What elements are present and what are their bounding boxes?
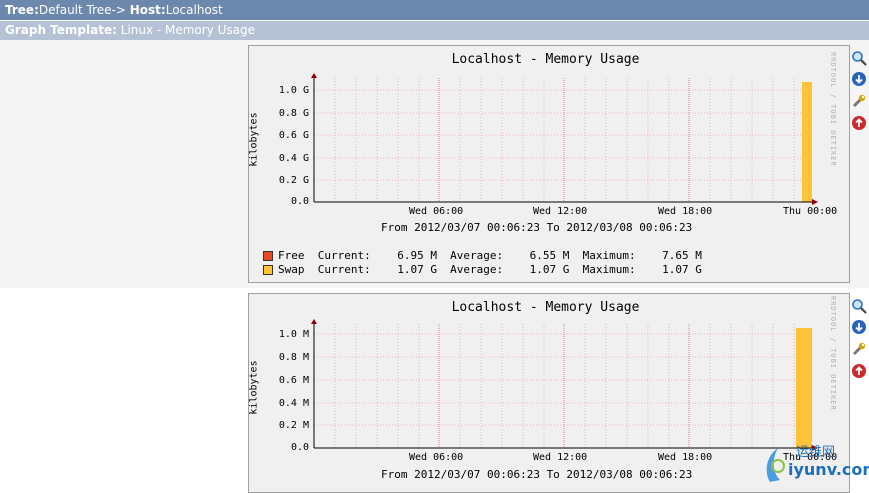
swap-area	[802, 82, 812, 202]
plot-area	[311, 319, 818, 451]
legend-free: Free Current: 6.95 M Average: 6.55 M Max…	[263, 249, 702, 262]
zoom-graph-icon[interactable]	[851, 50, 867, 66]
memory-usage-graph-2[interactable]: Localhost - Memory Usage kilobytes RRDTO…	[248, 293, 850, 493]
x-tick: Thu 00:00	[783, 206, 838, 217]
legend-swap: Swap Current: 1.07 G Average: 1.07 G Max…	[263, 263, 702, 276]
delete-graph-icon[interactable]	[851, 363, 867, 379]
tree-value[interactable]: Default Tree->	[39, 3, 126, 17]
tree-label: Tree:	[5, 3, 39, 17]
csv-export-icon[interactable]	[851, 71, 867, 87]
legend-free-text: Free Current: 6.95 M Average: 6.55 M Max…	[278, 249, 702, 262]
host-value[interactable]: Localhost	[166, 3, 223, 17]
x-tick: Wed 06:00	[409, 206, 464, 217]
delete-graph-icon[interactable]	[851, 115, 867, 131]
area-series	[796, 328, 812, 448]
tree-breadcrumb: Tree:Default Tree-> Host:Localhost	[0, 0, 869, 20]
graph-template-bar: Graph Template: Linux - Memory Usage	[0, 21, 869, 40]
graph-properties-wrench-icon[interactable]	[851, 93, 867, 109]
graph-template-label: Graph Template:	[5, 23, 117, 37]
site-chinese-name: 运维网	[796, 445, 835, 460]
memory-usage-graph-1[interactable]: Localhost - Memory Usage kilobytes RRDTO…	[248, 45, 850, 283]
host-label: Host:	[129, 3, 166, 17]
legend-swap-text: Swap Current: 1.07 G Average: 1.07 G Max…	[278, 263, 702, 276]
x-tick: Wed 18:00	[658, 452, 713, 463]
x-tick: Wed 18:00	[658, 206, 713, 217]
time-range: From 2012/03/07 00:06:23 To 2012/03/08 0…	[381, 221, 693, 234]
site-domain: iyunv.com	[788, 460, 869, 479]
zoom-graph-icon[interactable]	[851, 298, 867, 314]
time-range: From 2012/03/07 00:06:23 To 2012/03/08 0…	[381, 468, 693, 481]
graph-properties-wrench-icon[interactable]	[851, 341, 867, 357]
free-swatch	[263, 251, 273, 261]
plot-area	[311, 73, 818, 205]
x-tick: Wed 06:00	[409, 452, 464, 463]
x-tick: Wed 12:00	[533, 452, 588, 463]
graph-template-value: Linux - Memory Usage	[120, 23, 256, 37]
csv-export-icon[interactable]	[851, 319, 867, 335]
x-tick: Wed 12:00	[533, 206, 588, 217]
site-watermark-logo: 运维网 iyunv.com	[766, 445, 869, 482]
swap-swatch	[263, 265, 273, 275]
